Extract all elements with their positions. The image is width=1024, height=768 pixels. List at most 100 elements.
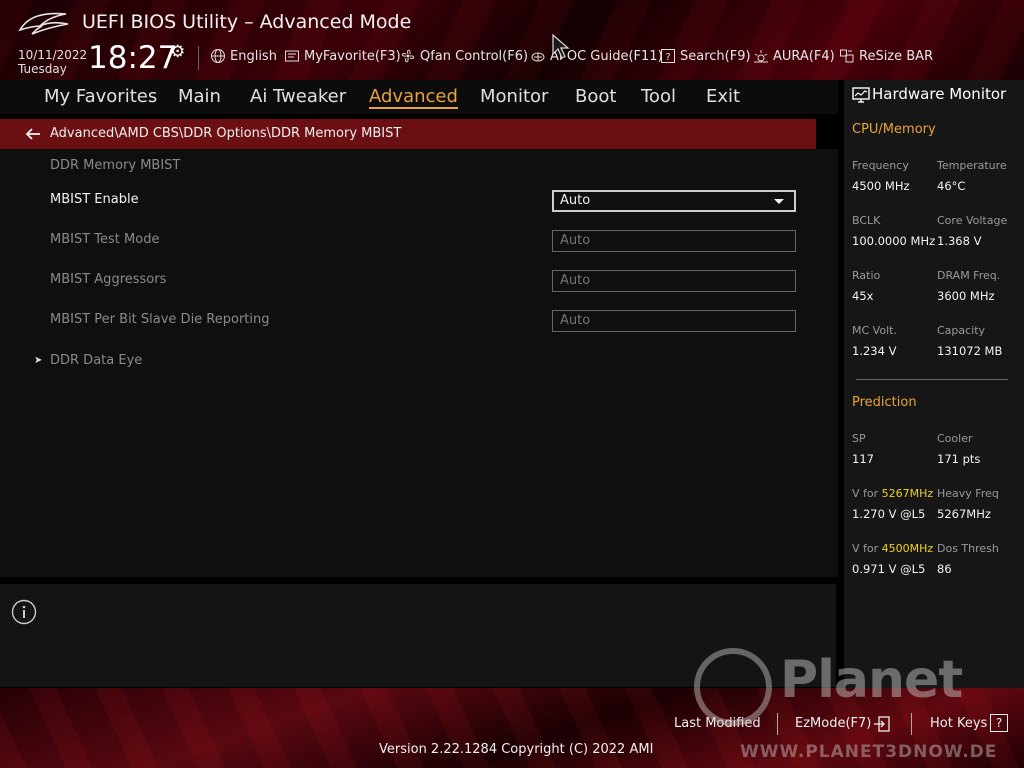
hot-keys-button[interactable]: Hot Keys	[930, 716, 987, 731]
search-button[interactable]: ? Search(F9)	[660, 48, 751, 64]
cpu-memory-heading: CPU/Memory	[852, 122, 936, 137]
version-text: Version 2.22.1284 Copyright (C) 2022 AMI	[379, 742, 654, 757]
watermark-url: WWW.PLANET3DNOW.DE	[740, 742, 998, 762]
resize-bar-icon	[840, 49, 854, 63]
mbist-test-mode-label: MBIST Test Mode	[50, 232, 160, 247]
watermark-logo-icon	[694, 648, 772, 726]
cooler-value: 171 pts	[937, 452, 981, 466]
dram-freq-label: DRAM Freq.	[937, 269, 1001, 282]
mbist-per-bit-value: Auto	[560, 313, 591, 328]
hardware-monitor-divider	[856, 379, 1008, 380]
mbist-aggressors-value: Auto	[560, 273, 591, 288]
ezmode-button[interactable]: EzMode(F7)	[795, 716, 871, 731]
dram-freq-value: 3600 MHz	[937, 289, 995, 303]
core-voltage-label: Core Voltage	[937, 214, 1008, 227]
dropdown-caret-icon	[774, 199, 784, 204]
ratio-value: 45x	[852, 289, 874, 303]
header-divider	[198, 46, 199, 70]
mbist-per-bit-field: Auto	[552, 310, 796, 332]
aura-label: AURA(F4)	[773, 48, 835, 64]
submenu-arrow-icon: ➤	[34, 355, 43, 366]
favorite-icon	[285, 50, 299, 62]
mc-volt-label: MC Volt.	[852, 324, 897, 337]
resize-bar-button[interactable]: ReSize BAR	[839, 48, 933, 64]
sp-value: 117	[852, 452, 874, 466]
rog-logo-icon	[18, 12, 69, 35]
info-icon	[11, 599, 37, 625]
clock-settings-gear-icon[interactable]: ⚙	[170, 42, 185, 62]
hot-keys-help-icon[interactable]: ?	[990, 714, 1008, 732]
qfan-control-label: Qfan Control(F6)	[420, 48, 529, 64]
clock-display: 18:27	[88, 40, 178, 76]
tab-ai-tweaker[interactable]: Ai Tweaker	[250, 86, 346, 107]
search-icon: ?	[661, 49, 675, 63]
frequency-value: 4500 MHz	[852, 179, 910, 193]
app-title: UEFI BIOS Utility – Advanced Mode	[82, 11, 412, 33]
footer-divider	[777, 713, 778, 735]
tab-my-favorites[interactable]: My Favorites	[44, 86, 157, 107]
resize-bar-label: ReSize BAR	[859, 48, 934, 64]
tab-main[interactable]: Main	[178, 86, 221, 107]
exit-arrow-icon[interactable]	[873, 715, 891, 733]
watermark-brand: Planet	[780, 650, 963, 710]
search-label: Search(F9)	[680, 48, 751, 64]
mbist-enable-dropdown[interactable]: Auto	[552, 190, 796, 212]
bclk-value: 100.0000 MHz	[852, 234, 936, 248]
cooler-label: Cooler	[937, 432, 973, 445]
tab-monitor[interactable]: Monitor	[480, 86, 548, 107]
mbist-enable-label: MBIST Enable	[50, 192, 139, 207]
myfavorite-button[interactable]: MyFavorite(F3)	[284, 48, 401, 64]
heavy-freq-label: Heavy Freq	[937, 487, 999, 500]
globe-icon	[211, 49, 225, 63]
mbist-per-bit-label: MBIST Per Bit Slave Die Reporting	[50, 312, 270, 327]
vfor-5267-label: V for 5267MHz	[852, 487, 934, 500]
bclk-label: BCLK	[852, 214, 881, 227]
day-display: Tuesday	[18, 62, 67, 76]
tab-advanced[interactable]: Advanced	[369, 86, 458, 109]
footer-divider	[911, 713, 912, 735]
temperature-value: 46°C	[937, 179, 966, 193]
mbist-enable-value: Auto	[560, 193, 591, 208]
language-button[interactable]: English	[210, 48, 277, 64]
dos-thresh-value: 86	[937, 562, 952, 576]
ddr-data-eye-submenu[interactable]: DDR Data Eye	[50, 353, 142, 368]
back-arrow-icon[interactable]	[24, 125, 42, 143]
capacity-label: Capacity	[937, 324, 986, 337]
aura-button[interactable]: AURA(F4)	[753, 48, 835, 64]
svg-text:?: ?	[665, 52, 670, 63]
myfavorite-label: MyFavorite(F3)	[304, 48, 401, 64]
mbist-aggressors-label: MBIST Aggressors	[50, 272, 167, 287]
vfor-4500-value: 0.971 V @L5	[852, 562, 926, 576]
monitor-icon	[852, 87, 870, 103]
breadcrumb-path: Advanced\AMD CBS\DDR Options\DDR Memory …	[50, 126, 402, 141]
tab-tool[interactable]: Tool	[641, 86, 676, 107]
temperature-label: Temperature	[937, 159, 1007, 172]
tab-boot[interactable]: Boot	[575, 86, 616, 107]
sp-label: SP	[852, 432, 866, 445]
core-voltage-value: 1.368 V	[937, 234, 982, 248]
qfan-control-button[interactable]: Qfan Control(F6)	[400, 48, 528, 64]
section-title: DDR Memory MBIST	[50, 158, 181, 173]
mbist-test-mode-value: Auto	[560, 233, 591, 248]
hardware-monitor-title: Hardware Monitor	[872, 85, 1007, 103]
vfor-5267-freq: 5267MHz	[881, 487, 934, 500]
dos-thresh-label: Dos Thresh	[937, 542, 999, 555]
oc-guide-icon	[531, 52, 545, 62]
aura-icon	[754, 50, 768, 63]
mc-volt-value: 1.234 V	[852, 344, 897, 358]
tab-exit[interactable]: Exit	[706, 86, 740, 107]
prediction-heading: Prediction	[852, 395, 917, 410]
mbist-test-mode-field: Auto	[552, 230, 796, 252]
ratio-label: Ratio	[852, 269, 881, 282]
date-display: 10/11/2022	[18, 48, 88, 62]
ai-oc-guide-button[interactable]: AI OC Guide(F11)	[530, 48, 663, 64]
mouse-cursor-icon	[552, 34, 570, 59]
mbist-aggressors-field: Auto	[552, 270, 796, 292]
language-label: English	[230, 48, 277, 64]
fan-icon	[401, 49, 415, 63]
capacity-value: 131072 MB	[937, 344, 1003, 358]
frequency-label: Frequency	[852, 159, 909, 172]
vfor-4500-freq: 4500MHz	[881, 542, 934, 555]
vfor-4500-label: V for 4500MHz	[852, 542, 934, 555]
vfor-5267-value: 1.270 V @L5	[852, 507, 926, 521]
